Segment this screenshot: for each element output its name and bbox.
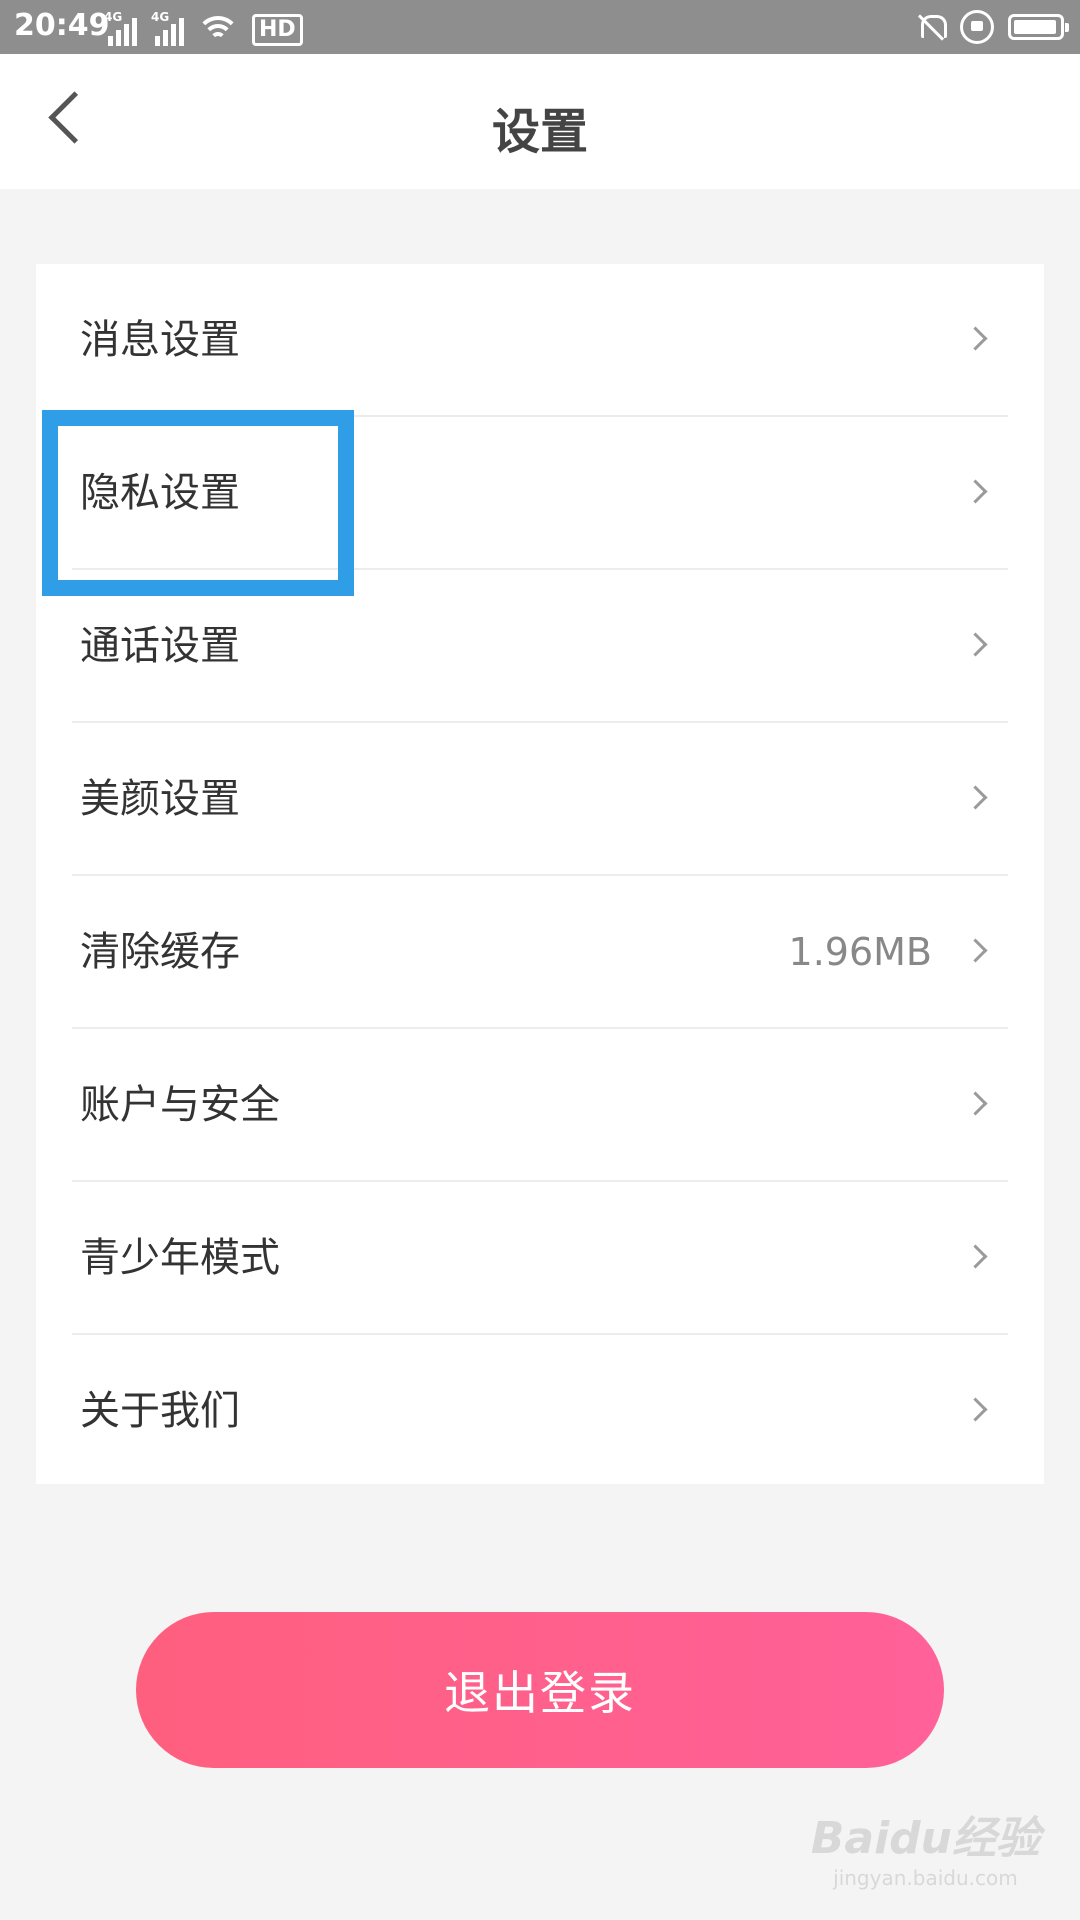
- status-right-icons: [916, 10, 1069, 44]
- signal-icon-2: 4G: [151, 10, 184, 46]
- rotation-lock-icon: [960, 10, 994, 44]
- signal-icon: 4G: [104, 10, 137, 46]
- settings-item-label: 青少年模式: [80, 1235, 280, 1281]
- settings-item-label: 隐私设置: [80, 470, 240, 516]
- hd-voice-icon: HD: [252, 14, 303, 46]
- settings-item-label: 通话设置: [80, 623, 240, 669]
- settings-item-beauty[interactable]: 美颜设置: [36, 723, 1044, 876]
- chevron-right-icon: [963, 632, 988, 657]
- settings-item-privacy[interactable]: 隐私设置: [36, 417, 1044, 570]
- settings-item-label: 消息设置: [80, 317, 240, 363]
- battery-icon: [1008, 14, 1069, 40]
- settings-list: 消息设置 隐私设置 通话设置 美颜设置 清除缓存 1.96MB 账户与安全 青少…: [36, 264, 1044, 1484]
- cache-size-value: 1.96MB: [788, 930, 932, 974]
- page-title: 设置: [491, 104, 588, 160]
- settings-item-call[interactable]: 通话设置: [36, 570, 1044, 723]
- chevron-right-icon: [963, 479, 988, 504]
- status-time: 20:49: [14, 8, 110, 43]
- status-bar: 20:49 4G 4G HD: [0, 0, 1080, 54]
- settings-item-label: 关于我们: [80, 1388, 240, 1434]
- settings-item-label: 清除缓存: [80, 929, 240, 975]
- watermark-url: jingyan.baidu.com: [833, 1866, 1018, 1890]
- settings-item-message[interactable]: 消息设置: [36, 264, 1044, 417]
- settings-item-about[interactable]: 关于我们: [36, 1335, 1044, 1488]
- settings-item-teen-mode[interactable]: 青少年模式: [36, 1182, 1044, 1335]
- chevron-right-icon: [963, 1091, 988, 1116]
- settings-item-account-security[interactable]: 账户与安全: [36, 1029, 1044, 1182]
- battery-fill: [1014, 20, 1056, 34]
- chevron-right-icon: [963, 1397, 988, 1422]
- settings-item-label: 美颜设置: [80, 776, 240, 822]
- baidu-jingyan-logo: Baidu经验: [810, 1813, 1040, 1864]
- chevron-right-icon: [963, 938, 988, 963]
- watermark: Baidu经验 jingyan.baidu.com: [811, 1802, 1040, 1890]
- logout-button[interactable]: 退出登录: [136, 1612, 944, 1768]
- chevron-right-icon: [963, 1244, 988, 1269]
- nav-bar: 设置: [0, 54, 1080, 189]
- bell-muted-icon: [916, 12, 947, 42]
- settings-item-label: 账户与安全: [80, 1082, 280, 1128]
- settings-item-clear-cache[interactable]: 清除缓存 1.96MB: [36, 876, 1044, 1029]
- status-left-icons: 4G 4G HD: [104, 8, 303, 46]
- chevron-right-icon: [963, 785, 988, 810]
- wifi-icon: [196, 14, 240, 46]
- chevron-right-icon: [963, 326, 988, 351]
